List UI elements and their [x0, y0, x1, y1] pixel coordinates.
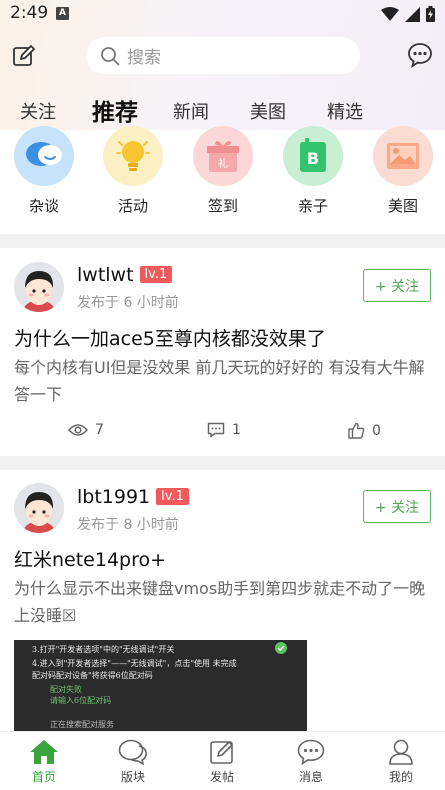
- post-title[interactable]: 为什么一加ace5至尊内核都没效果了: [14, 324, 326, 351]
- signal-icon: [405, 6, 420, 22]
- post-stats: 7 1 0: [0, 422, 445, 446]
- image-text: 配对失败: [50, 685, 82, 694]
- category-checkin[interactable]: 礼 签到: [188, 126, 258, 216]
- category-label: 杂谈: [28, 197, 59, 215]
- message-bubble-icon[interactable]: [407, 42, 433, 68]
- post-body[interactable]: 为什么显示不出来键盘vmos助手到第四步就走不动了一晚上没睡☒: [14, 575, 434, 629]
- user-icon: [389, 739, 413, 765]
- nav-post[interactable]: 发帖: [192, 739, 252, 785]
- likes-stat[interactable]: 0: [348, 422, 381, 439]
- category-chat[interactable]: 杂谈: [9, 126, 79, 216]
- tab-recommend[interactable]: 推荐: [92, 93, 138, 127]
- post-time: 发布于 6 小时前: [77, 295, 179, 311]
- username[interactable]: lbt1991 lv.1: [77, 486, 189, 508]
- follow-button[interactable]: + 关注: [363, 269, 431, 302]
- nav-messages[interactable]: 消息: [281, 739, 341, 785]
- lightbulb-icon: [103, 126, 163, 186]
- nav-forum[interactable]: 版块: [103, 739, 163, 785]
- category-row: 杂谈 活动 礼 签到 B 亲子 美图: [0, 126, 445, 222]
- post-title[interactable]: 红米nete14pro+: [14, 545, 166, 572]
- comments-stat[interactable]: 1: [207, 422, 241, 438]
- status-icons: [381, 6, 435, 22]
- search-icon: [101, 46, 120, 65]
- edit-icon[interactable]: [12, 44, 36, 68]
- picture-icon: [373, 126, 433, 186]
- image-text: 配对码配对设备"将获得6位配对码: [32, 671, 153, 680]
- nav-label: 我的: [388, 770, 413, 784]
- category-parenting[interactable]: B 亲子: [278, 126, 348, 216]
- follow-button[interactable]: + 关注: [363, 490, 431, 523]
- forum-icon: [118, 739, 147, 765]
- category-label: 美图: [387, 197, 418, 215]
- compose-icon: [210, 741, 233, 764]
- username-text: lbt1991: [77, 486, 151, 508]
- notification-app-icon: A: [56, 7, 69, 20]
- avatar[interactable]: [14, 483, 64, 533]
- nav-label: 发帖: [209, 770, 234, 784]
- category-activity[interactable]: 活动: [98, 126, 168, 216]
- search-placeholder: 搜索: [127, 48, 161, 68]
- views-stat: 7: [68, 422, 104, 438]
- image-text: 3.打开"开发者选项"中的"无线调试"开关: [32, 645, 175, 654]
- wifi-icon: [381, 7, 399, 21]
- tab-pictures[interactable]: 美图: [250, 98, 286, 124]
- category-label: 亲子: [297, 197, 328, 215]
- svg-text:B: B: [307, 149, 319, 168]
- level-badge: lv.1: [139, 266, 173, 283]
- book-icon: B: [283, 126, 343, 186]
- comments-count: 1: [232, 422, 241, 438]
- category-label: 活动: [117, 197, 148, 215]
- tab-news[interactable]: 新闻: [173, 98, 209, 124]
- nav-label: 版块: [120, 770, 145, 784]
- top-header-area: 2:49 A 搜索 关注 推荐 新闻 美图 精选: [0, 0, 445, 130]
- svg-text:礼: 礼: [218, 157, 228, 170]
- battery-icon: [426, 6, 435, 22]
- gift-icon: 礼: [193, 126, 253, 186]
- section-divider: [0, 456, 445, 470]
- username-text: lwtlwt: [77, 264, 134, 286]
- comment-icon: [207, 422, 225, 438]
- search-input[interactable]: 搜索: [86, 37, 360, 74]
- username[interactable]: lwtlwt lv.1: [77, 264, 173, 286]
- likes-count: 0: [372, 422, 381, 439]
- tab-featured[interactable]: 精选: [327, 98, 363, 124]
- bottom-nav: 首页 版块 发帖 消息 我的: [0, 731, 445, 790]
- section-divider: [0, 234, 445, 248]
- message-icon: [297, 739, 325, 765]
- views-count: 7: [95, 422, 104, 438]
- nav-label: 消息: [298, 770, 323, 784]
- post-image[interactable]: 3.打开"开发者选项"中的"无线调试"开关 4.进入到"开发者选择"——"无线调…: [14, 640, 307, 735]
- feed-tabs: 关注 推荐 新闻 美图 精选: [0, 92, 445, 126]
- nav-home[interactable]: 首页: [14, 739, 74, 785]
- post-body[interactable]: 每个内核有UI但是没效果 前几天玩的好好的 有没有大牛解答一下: [14, 354, 434, 408]
- status-time: 2:49: [10, 3, 49, 23]
- status-bar: 2:49 A: [0, 0, 445, 28]
- eye-icon: [68, 424, 88, 436]
- level-badge: lv.1: [156, 488, 189, 505]
- image-text: 正在搜索配对服务: [50, 720, 114, 729]
- avatar[interactable]: [14, 262, 64, 312]
- thumbs-up-icon: [348, 422, 365, 439]
- nav-label: 首页: [31, 770, 56, 784]
- post-time: 发布于 8 小时前: [77, 517, 179, 533]
- chat-bubble-icon: [14, 126, 74, 186]
- check-icon: [275, 642, 287, 654]
- home-icon: [30, 740, 58, 764]
- tab-follow[interactable]: 关注: [20, 98, 56, 124]
- image-text: 请输入6位配对码: [50, 696, 112, 705]
- category-label: 签到: [207, 197, 238, 215]
- category-pictures[interactable]: 美图: [368, 126, 438, 216]
- image-text: 4.进入到"开发者选择"——"无线调试"，点击"使用 未完成: [32, 659, 237, 668]
- nav-profile[interactable]: 我的: [371, 739, 431, 785]
